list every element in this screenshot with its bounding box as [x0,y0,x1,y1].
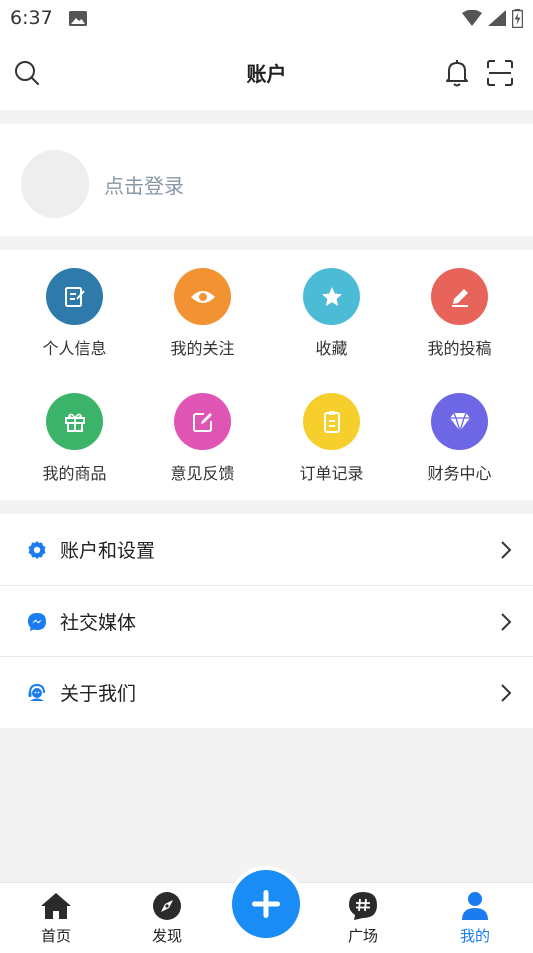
tab-label: 我的 [459,927,490,945]
menu-item-social-media[interactable]: 社交媒体 [0,586,533,657]
status-bar: 6:37 [0,0,533,36]
grid-item-label: 个人信息 [42,339,107,358]
person-icon [458,889,492,923]
bell-icon[interactable] [442,58,472,88]
battery-icon [512,8,523,28]
compose-icon [174,393,231,450]
gear-icon [27,540,47,560]
tab-label: 首页 [40,927,71,945]
grid-item-label: 意见反馈 [170,464,235,483]
tab-label: 发现 [151,927,182,945]
gift-icon [46,393,103,450]
top-app-bar: 账户 [0,36,533,110]
menu-item-label: 关于我们 [60,683,137,705]
star-icon [303,268,360,325]
grid-item-label: 我的商品 [42,464,107,483]
support-agent-icon [27,683,47,703]
grid-item-favorites[interactable]: 收藏 [265,268,398,359]
signal-icon [488,10,506,26]
hashtag-icon [346,889,380,923]
scan-icon[interactable] [485,58,515,88]
tab-discover[interactable]: 发现 [127,889,207,946]
image-notification-icon [68,10,87,26]
grid-item-following[interactable]: 我的关注 [136,268,269,359]
grid-item-profile[interactable]: 个人信息 [8,268,141,359]
grid-item-label: 财务中心 [427,464,492,483]
add-post-button[interactable] [228,866,304,942]
function-grid: 个人信息 我的关注 收藏 我的投稿 我的商品 意见反馈 订单记录 财务中心 [0,250,533,500]
eye-icon [174,268,231,325]
grid-item-orders[interactable]: 订单记录 [265,393,398,484]
tab-home[interactable]: 首页 [16,889,96,946]
login-prompt[interactable]: 点击登录 [104,170,184,199]
menu-item-label: 社交媒体 [60,612,137,634]
grid-item-feedback[interactable]: 意见反馈 [136,393,269,484]
grid-item-products[interactable]: 我的商品 [8,393,141,484]
tab-label: 广场 [347,927,378,945]
edit-note-icon [46,268,103,325]
avatar[interactable] [21,150,89,218]
clipboard-icon [303,393,360,450]
home-icon [39,889,73,923]
grid-item-label: 订单记录 [299,464,364,483]
login-card[interactable]: 点击登录 [0,124,533,236]
tab-mine[interactable]: 我的 [435,889,515,946]
chevron-right-icon [501,613,512,631]
diamond-icon [431,393,488,450]
wifi-icon [462,10,482,26]
grid-item-submissions[interactable]: 我的投稿 [393,268,526,359]
chevron-right-icon [501,684,512,702]
status-time: 6:37 [10,7,53,29]
messenger-icon [27,612,47,632]
compass-icon [150,889,184,923]
tab-plaza[interactable]: 广场 [323,889,403,946]
grid-item-finance[interactable]: 财务中心 [393,393,526,484]
plus-icon [232,870,300,938]
menu-item-label: 账户和设置 [60,540,156,562]
grid-item-label: 收藏 [315,339,348,358]
grid-item-label: 我的关注 [170,339,235,358]
grid-item-label: 我的投稿 [427,339,492,358]
pencil-icon [431,268,488,325]
menu-item-account-settings[interactable]: 账户和设置 [0,514,533,585]
settings-menu: 账户和设置 社交媒体 关于我们 [0,514,533,728]
chevron-right-icon [501,541,512,559]
menu-item-about-us[interactable]: 关于我们 [0,657,533,728]
